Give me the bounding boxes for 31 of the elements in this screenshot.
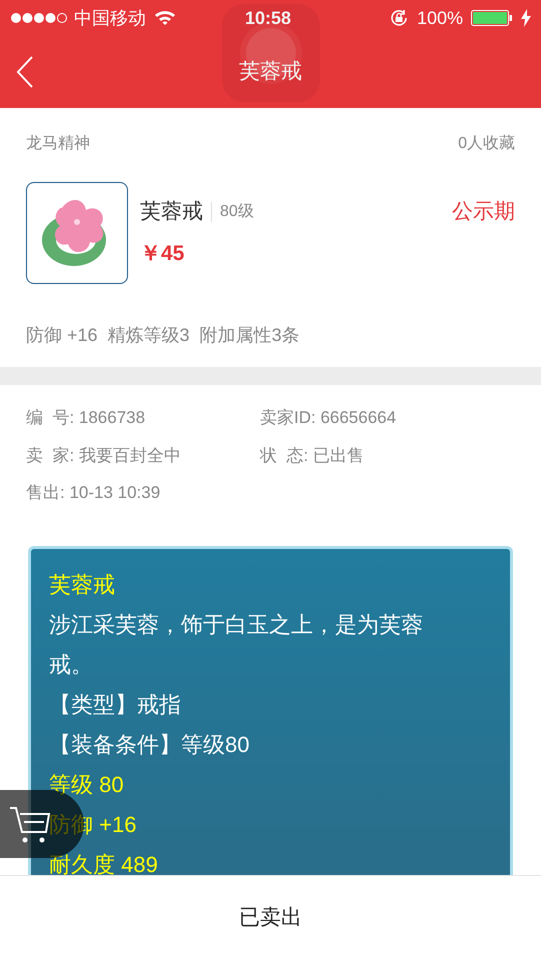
clock-text: 10:58 xyxy=(245,6,292,30)
server-name: 龙马精神 xyxy=(26,134,90,154)
detail-field: 卖 家: 我要百封全中 xyxy=(26,442,260,468)
battery-icon xyxy=(471,9,513,27)
item-name: 芙蓉戒 xyxy=(140,199,203,225)
page-title: 芙蓉戒 xyxy=(239,59,302,86)
detail-field: 编 号: 1866738 xyxy=(26,405,260,430)
item-attribute: 防御 +16 xyxy=(26,324,98,347)
item-attribute: 精炼等级3 xyxy=(108,324,190,347)
detail-field: 售出: 10-13 10:39 xyxy=(26,480,260,506)
back-icon[interactable] xyxy=(16,56,34,88)
detail-field: 状 态: 已出售 xyxy=(260,442,494,468)
signal-icon xyxy=(10,12,68,24)
description-text: 涉江采芙蓉，饰于白玉之上，是为芙蓉戒。 xyxy=(49,610,424,678)
stat-line: 等级 80 xyxy=(49,770,125,798)
description-title: 芙蓉戒 xyxy=(49,570,116,598)
wifi-icon xyxy=(154,10,176,26)
favorites-count: 0人收藏 xyxy=(458,134,515,154)
listing-status: 公示期 xyxy=(452,199,515,225)
item-price: ￥45 xyxy=(140,240,186,266)
assistive-touch-button[interactable] xyxy=(222,4,320,102)
battery-percent: 100% xyxy=(416,6,463,30)
description-text: 【类型】戒指 xyxy=(49,690,182,718)
rotation-lock-icon xyxy=(388,8,409,28)
item-attribute: 附加属性3条 xyxy=(200,324,300,347)
description-text: 【装备条件】等级80 xyxy=(49,730,250,758)
charging-icon xyxy=(521,9,531,27)
carrier-text: 中国移动 xyxy=(74,6,146,30)
item-level: 80级 xyxy=(220,202,254,222)
ring-icon xyxy=(26,182,128,284)
detail-field: 卖家ID: 66656664 xyxy=(260,405,494,430)
